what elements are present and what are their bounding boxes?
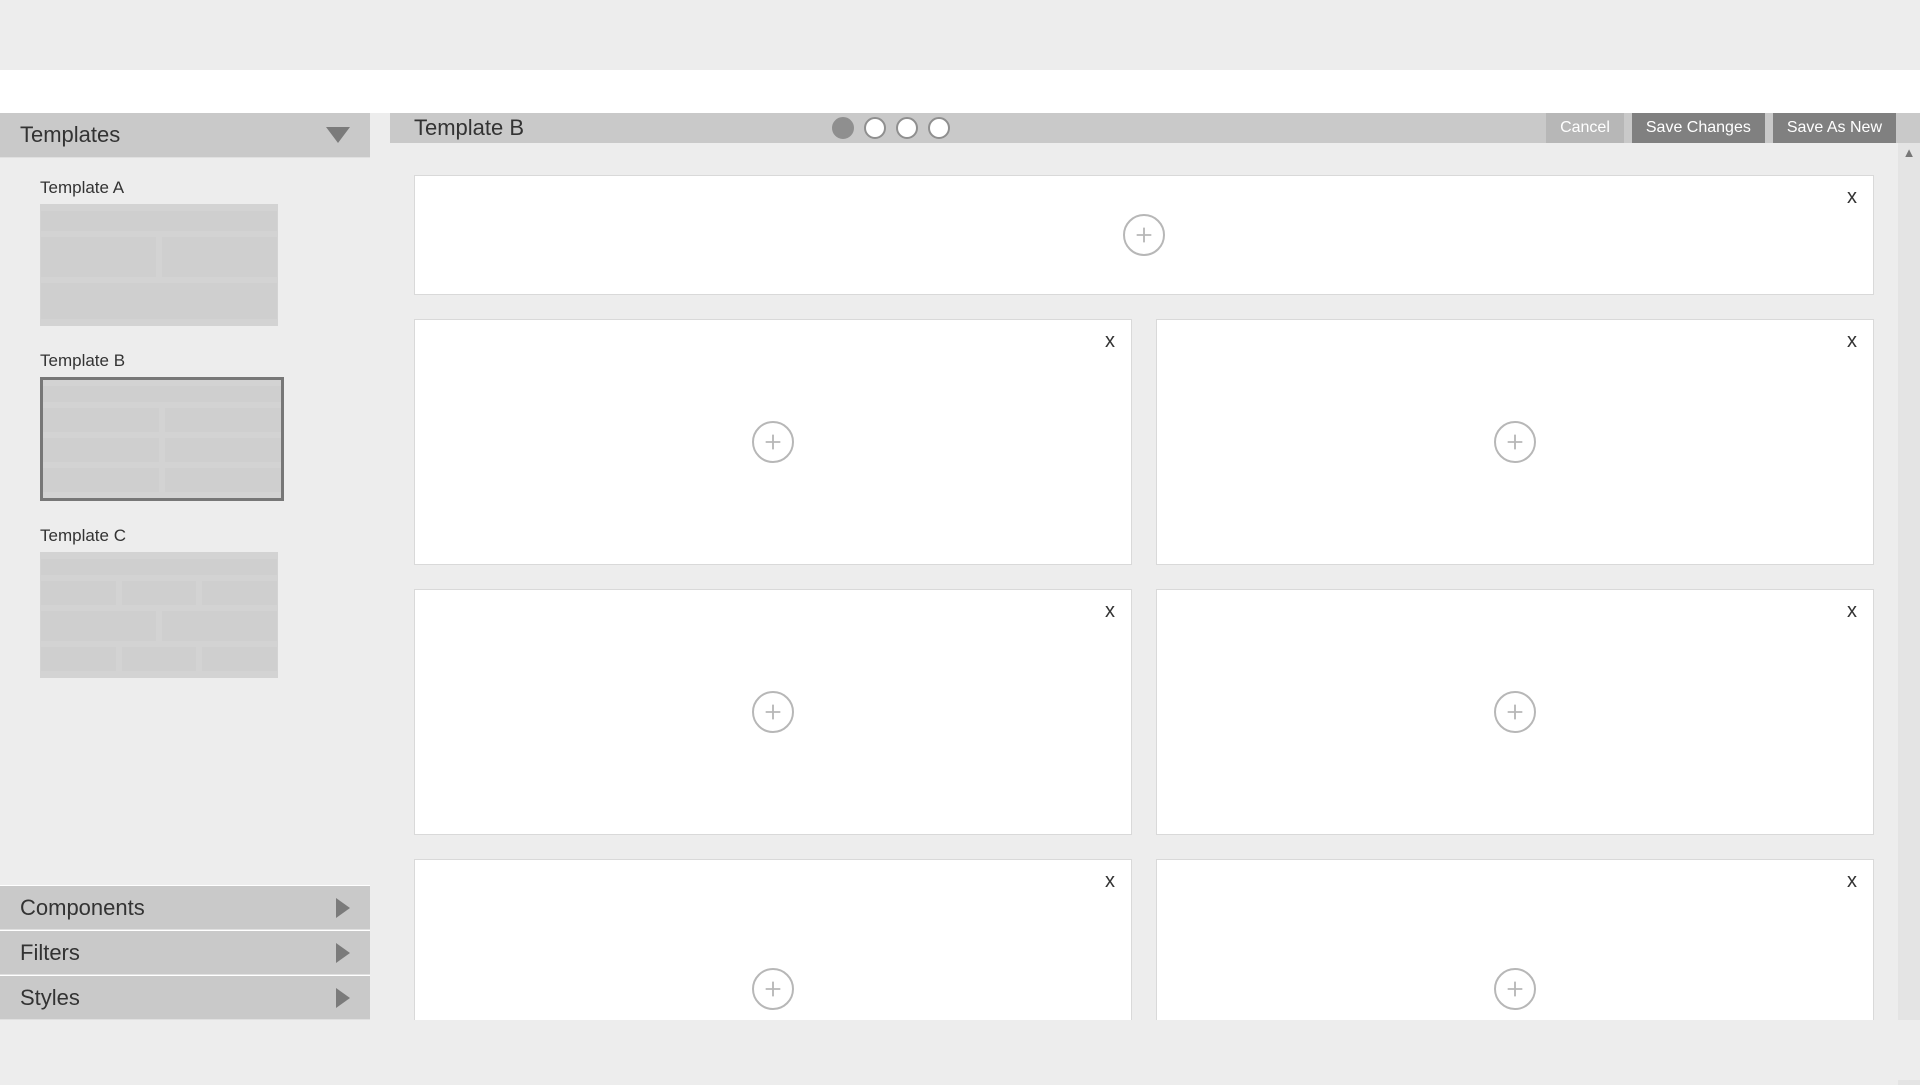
templates-list: Template A Template B Template C: [0, 158, 370, 885]
close-icon[interactable]: x: [1847, 870, 1857, 893]
canvas-row-1: x x: [414, 319, 1874, 565]
add-button[interactable]: [1123, 214, 1165, 256]
app-top-bar: [0, 0, 1920, 70]
canvas-row-3: x x: [414, 859, 1874, 1029]
step-dot-1[interactable]: [832, 117, 854, 139]
step-dot-3[interactable]: [896, 117, 918, 139]
template-label: Template B: [40, 351, 370, 371]
add-button[interactable]: [1494, 691, 1536, 733]
step-dot-2[interactable]: [864, 117, 886, 139]
main-header: Template B Cancel Save Changes Save As N…: [390, 113, 1920, 143]
vertical-scrollbar[interactable]: ▲ ▼: [1898, 143, 1920, 1085]
template-thumbnail: [40, 552, 278, 678]
main-panel: Template B Cancel Save Changes Save As N…: [390, 113, 1920, 1020]
plus-icon: [762, 701, 784, 723]
plus-icon: [1504, 978, 1526, 1000]
layout-slot[interactable]: x: [414, 859, 1132, 1029]
close-icon[interactable]: x: [1105, 870, 1115, 893]
plus-icon: [1133, 224, 1155, 246]
add-button[interactable]: [1494, 968, 1536, 1010]
sidebar-collapsed-panels: Components Filters Styles: [0, 885, 370, 1020]
page-stepper: [832, 117, 950, 139]
layout-canvas: x x: [390, 143, 1898, 1085]
add-button[interactable]: [1494, 421, 1536, 463]
template-item-c[interactable]: Template C: [0, 521, 370, 698]
add-button[interactable]: [752, 691, 794, 733]
template-item-b[interactable]: Template B: [0, 346, 370, 521]
cancel-button[interactable]: Cancel: [1546, 113, 1624, 143]
template-thumbnail: [40, 204, 278, 326]
header-buttons: Cancel Save Changes Save As New: [1546, 113, 1896, 143]
canvas-row-header: x: [414, 175, 1874, 295]
app-bottom-bar: [0, 1020, 1920, 1080]
layout-slot[interactable]: x: [414, 589, 1132, 835]
close-icon[interactable]: x: [1847, 330, 1857, 353]
save-changes-button[interactable]: Save Changes: [1632, 113, 1765, 143]
add-button[interactable]: [752, 968, 794, 1010]
sidebar: Templates Template A Template B: [0, 113, 370, 1020]
sidebar-templates-label: Templates: [20, 122, 120, 148]
plus-icon: [762, 978, 784, 1000]
template-thumbnail-selected: [40, 377, 284, 501]
close-icon[interactable]: x: [1105, 600, 1115, 623]
sidebar-filters-label: Filters: [20, 940, 80, 966]
close-icon[interactable]: x: [1847, 186, 1857, 209]
template-label: Template A: [40, 178, 370, 198]
plus-icon: [1504, 431, 1526, 453]
add-button[interactable]: [752, 421, 794, 463]
sidebar-components-header[interactable]: Components: [0, 885, 370, 930]
chevron-right-icon: [336, 988, 350, 1008]
sidebar-styles-label: Styles: [20, 985, 80, 1011]
page-title: Template B: [414, 115, 524, 141]
chevron-right-icon: [336, 943, 350, 963]
close-icon[interactable]: x: [1847, 600, 1857, 623]
plus-icon: [762, 431, 784, 453]
layout-slot[interactable]: x: [1156, 319, 1874, 565]
chevron-right-icon: [336, 898, 350, 918]
canvas-row-2: x x: [414, 589, 1874, 835]
sidebar-components-label: Components: [20, 895, 145, 921]
save-as-new-button[interactable]: Save As New: [1773, 113, 1896, 143]
layout-slot[interactable]: x: [414, 175, 1874, 295]
sidebar-styles-header[interactable]: Styles: [0, 975, 370, 1020]
close-icon[interactable]: x: [1105, 330, 1115, 353]
layout-slot[interactable]: x: [1156, 859, 1874, 1029]
workspace: Templates Template A Template B: [0, 113, 1920, 1020]
layout-slot[interactable]: x: [414, 319, 1132, 565]
template-item-a[interactable]: Template A: [0, 173, 370, 346]
chevron-down-icon: [326, 127, 350, 143]
plus-icon: [1504, 701, 1526, 723]
template-label: Template C: [40, 526, 370, 546]
layout-slot[interactable]: x: [1156, 589, 1874, 835]
sidebar-filters-header[interactable]: Filters: [0, 930, 370, 975]
scroll-up-icon[interactable]: ▲: [1903, 145, 1916, 160]
app-toolbar-strip: [0, 70, 1920, 113]
step-dot-4[interactable]: [928, 117, 950, 139]
sidebar-templates-header[interactable]: Templates: [0, 113, 370, 158]
